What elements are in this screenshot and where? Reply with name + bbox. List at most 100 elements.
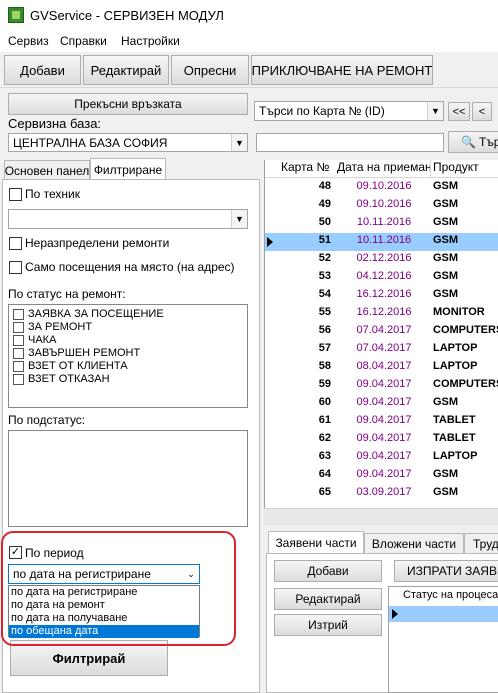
status-item[interactable]: ЗАВЪРШЕН РЕМОНТ <box>13 347 140 359</box>
tab-filtering[interactable]: Филтриране <box>90 158 166 180</box>
table-row[interactable]: 56 07.04.2017 COMPUTERS <box>265 323 498 341</box>
onsite-only-checkbox[interactable] <box>9 261 22 274</box>
menu-bar: Сервиз Справки Настройки <box>0 30 498 52</box>
current-row-icon <box>267 237 273 247</box>
column-header-product[interactable]: Продукт <box>431 160 498 178</box>
status-checklist[interactable]: ЗАЯВКА ЗА ПОСЕЩЕНИЕ ЗА РЕМОНТ ЧАКА ЗАВЪР… <box>8 304 248 408</box>
menu-settings[interactable]: Настройки <box>121 34 180 48</box>
date-cell: 16.12.2016 <box>356 306 412 318</box>
table-row[interactable]: 63 09.04.2017 LAPTOP <box>265 449 498 467</box>
card-number-cell: 59 <box>318 378 331 390</box>
parts-row-selected[interactable] <box>389 606 498 622</box>
product-cell: GSM <box>433 198 459 210</box>
parts-edit-button[interactable]: Редактирай <box>274 588 382 610</box>
annotation-ring <box>1 531 236 646</box>
parts-delete-button[interactable]: Изтрий <box>274 614 382 636</box>
checkbox-icon <box>13 347 24 359</box>
finish-repair-button[interactable]: ПРИКЛЮЧВАНЕ НА РЕМОНТ <box>251 55 433 85</box>
date-cell: 09.04.2017 <box>356 414 412 426</box>
date-cell: 08.04.2017 <box>356 360 412 372</box>
card-number-cell: 55 <box>318 306 331 318</box>
technician-select[interactable]: ▼ <box>8 209 248 229</box>
card-number-cell: 48 <box>318 180 331 192</box>
table-row[interactable]: 60 09.04.2017 GSM <box>265 395 498 413</box>
table-row[interactable]: 53 04.12.2016 GSM <box>265 269 498 287</box>
window-title: GVService - СЕРВИЗЕН МОДУЛ <box>30 8 224 23</box>
tab-main-panel[interactable]: Основен панел <box>4 160 90 180</box>
search-input[interactable] <box>256 133 444 152</box>
product-cell: GSM <box>433 288 459 300</box>
product-cell: TABLET <box>433 414 476 426</box>
date-cell: 07.04.2017 <box>356 342 412 354</box>
search-button[interactable]: 🔍 Тър <box>448 131 498 153</box>
product-cell: GSM <box>433 468 459 480</box>
nav-prev-button[interactable]: < <box>472 102 492 121</box>
title-bar: GVService - СЕРВИЗЕН МОДУЛ <box>0 0 498 30</box>
table-row[interactable]: 61 09.04.2017 TABLET <box>265 413 498 431</box>
menu-service[interactable]: Сервиз <box>8 34 49 48</box>
table-row[interactable]: 59 09.04.2017 COMPUTERS <box>265 377 498 395</box>
product-cell: GSM <box>433 270 459 282</box>
repairs-table: Карта № Дата на приемане Продукт 48 09.10… <box>264 160 498 508</box>
card-number-cell: 60 <box>318 396 331 408</box>
card-number-cell: 56 <box>318 324 331 336</box>
product-cell: LAPTOP <box>433 450 478 462</box>
tab-labor[interactable]: Труд <box>464 533 498 553</box>
card-number-cell: 58 <box>318 360 331 372</box>
card-number-cell: 61 <box>318 414 331 426</box>
table-row[interactable]: 48 09.10.2016 GSM <box>265 179 498 197</box>
status-item[interactable]: ЧАКА <box>13 334 56 346</box>
table-row-selected[interactable]: 51 10.11.2016 GSM <box>265 233 498 251</box>
table-horizontal-scrollbar[interactable] <box>264 508 498 525</box>
service-base-select[interactable]: ЦЕНТРАЛНА БАЗА СОФИЯ ▼ <box>8 133 248 152</box>
product-cell: GSM <box>433 234 459 246</box>
status-item[interactable]: ЗАЯВКА ЗА ПОСЕЩЕНИЕ <box>13 308 164 320</box>
table-row[interactable]: 58 08.04.2017 LAPTOP <box>265 359 498 377</box>
table-row[interactable]: 55 16.12.2016 MONITOR <box>265 305 498 323</box>
checkbox-icon <box>13 321 24 333</box>
refresh-button[interactable]: Опресни <box>171 55 249 85</box>
tab-requested-parts[interactable]: Заявени части <box>268 531 364 553</box>
service-base-label: Сервизна база: <box>8 116 102 131</box>
column-header-status: Статус на процеса <box>403 589 498 601</box>
table-row[interactable]: 49 09.10.2016 GSM <box>265 197 498 215</box>
table-row[interactable]: 65 03.09.2017 GSM <box>265 485 498 503</box>
card-number-cell: 62 <box>318 432 331 444</box>
product-cell: TABLET <box>433 432 476 444</box>
menu-reports[interactable]: Справки <box>60 34 107 48</box>
column-header-card[interactable]: Карта № <box>279 160 336 178</box>
table-row[interactable]: 57 07.04.2017 LAPTOP <box>265 341 498 359</box>
product-cell: COMPUTERS <box>433 324 498 336</box>
card-number-cell: 49 <box>318 198 331 210</box>
substatus-checklist[interactable] <box>8 430 248 527</box>
add-button[interactable]: Добави <box>4 55 81 85</box>
status-item[interactable]: ВЗЕТ ОТ КЛИЕНТА <box>13 360 128 372</box>
product-cell: GSM <box>433 486 459 498</box>
product-cell: GSM <box>433 180 459 192</box>
by-status-label: По статус на ремонт: <box>8 287 126 301</box>
search-icon: 🔍 <box>461 135 476 149</box>
column-header-date[interactable]: Дата на приемане <box>335 160 431 178</box>
search-mode-select[interactable]: Търси по Карта № (ID) ▼ <box>254 101 444 121</box>
disconnect-button[interactable]: Прекъсни връзката <box>8 93 248 115</box>
status-item[interactable]: ЗА РЕМОНТ <box>13 321 92 333</box>
table-row[interactable]: 62 09.04.2017 TABLET <box>265 431 498 449</box>
edit-button[interactable]: Редактирай <box>83 55 169 85</box>
status-item[interactable]: ВЗЕТ ОТКАЗАН <box>13 373 110 385</box>
send-request-button[interactable]: ИЗПРАТИ ЗАЯВКА <box>394 560 498 582</box>
by-technician-label: По техник <box>25 187 80 201</box>
app-icon <box>8 7 24 23</box>
card-number-cell: 65 <box>318 486 331 498</box>
card-number-cell: 64 <box>318 468 331 480</box>
date-cell: 10.11.2016 <box>356 216 412 228</box>
table-row[interactable]: 64 09.04.2017 GSM <box>265 467 498 485</box>
tab-installed-parts[interactable]: Вложени части <box>364 533 464 553</box>
table-row[interactable]: 50 10.11.2016 GSM <box>265 215 498 233</box>
parts-add-button[interactable]: Добави <box>274 560 382 582</box>
table-row[interactable]: 52 02.12.2016 GSM <box>265 251 498 269</box>
by-substatus-label: По подстатус: <box>8 413 86 427</box>
by-technician-checkbox[interactable] <box>9 188 22 201</box>
nav-first-button[interactable]: << <box>448 102 470 121</box>
table-row[interactable]: 54 16.12.2016 GSM <box>265 287 498 305</box>
unassigned-checkbox[interactable] <box>9 237 22 250</box>
